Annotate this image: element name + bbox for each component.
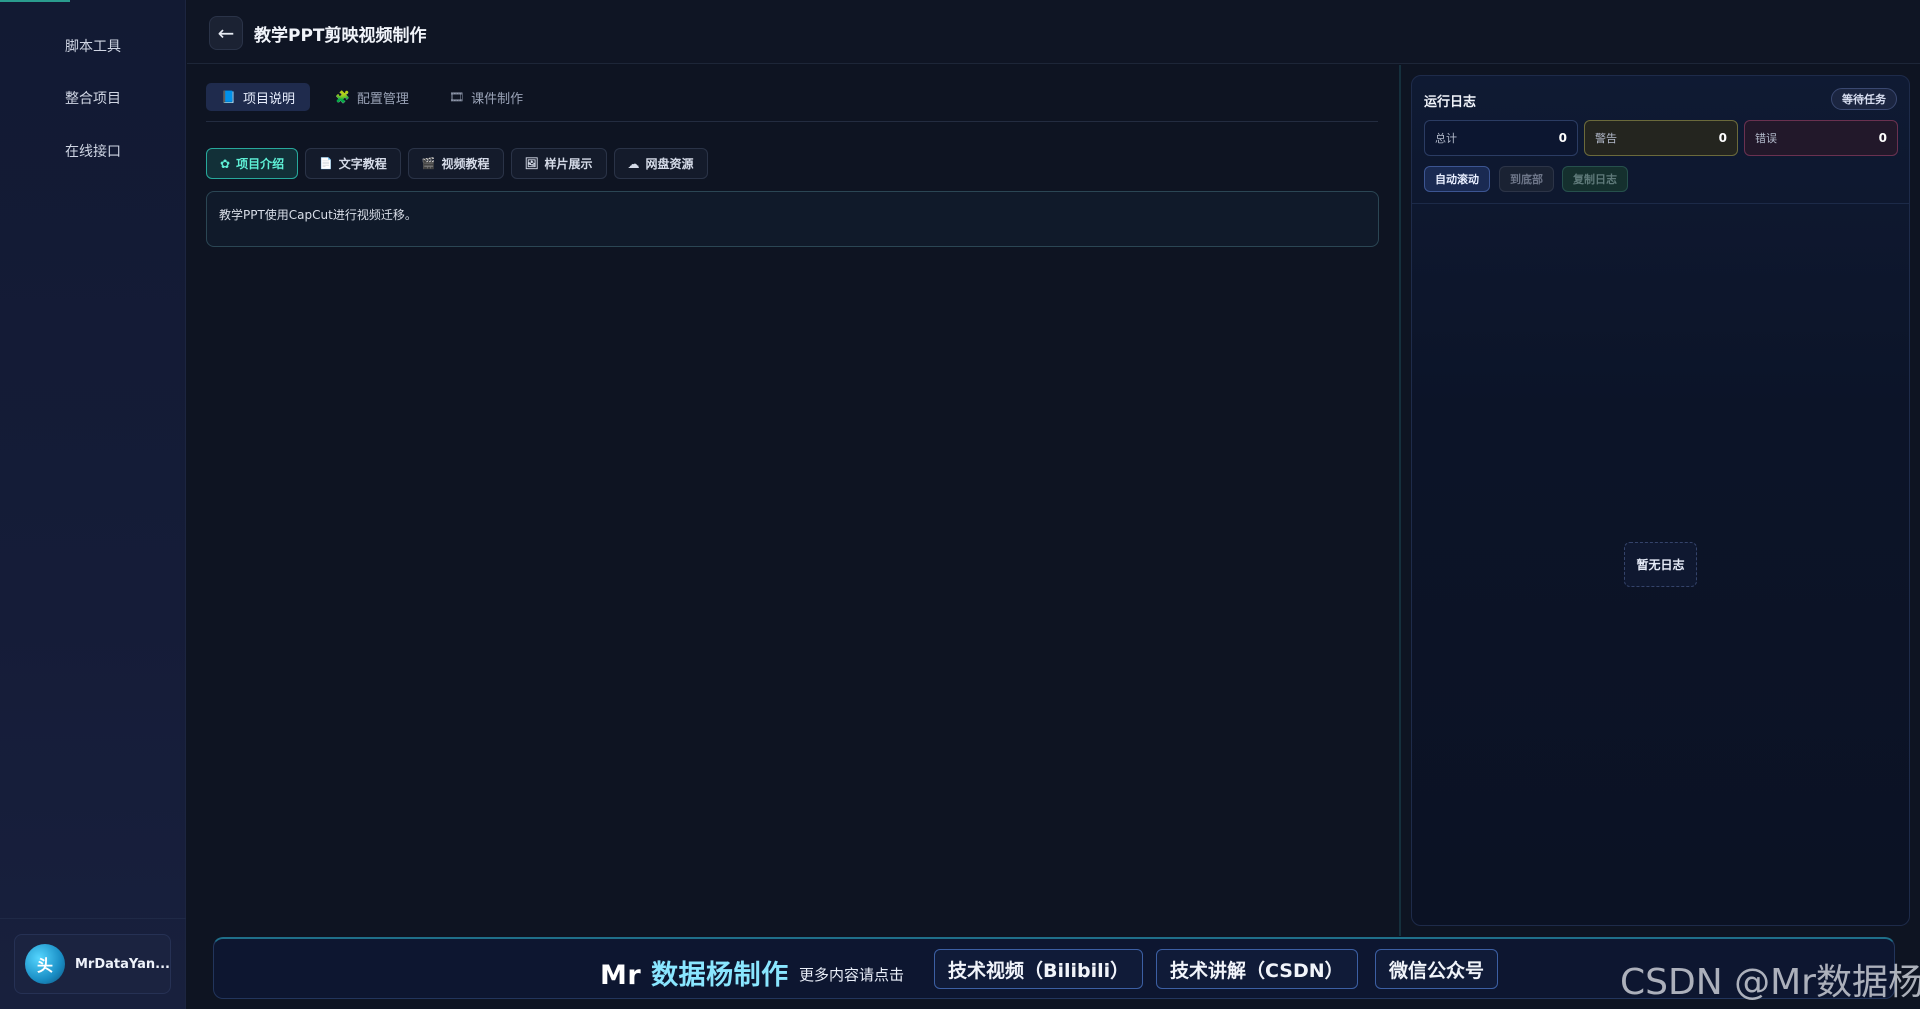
- sidebar: 脚本工具 整合项目 在线接口 头 MrDataYan...: [0, 0, 186, 1009]
- back-button[interactable]: ←: [209, 16, 243, 50]
- log-divider: [1412, 203, 1909, 204]
- page-title: 教学PPT剪映视频制作: [254, 26, 427, 46]
- copy-log-button[interactable]: 复制日志: [1562, 166, 1628, 192]
- tab-label: 配置管理: [356, 91, 409, 107]
- page-header: ← 教学PPT剪映视频制作: [187, 0, 1920, 64]
- stat-label: 错误: [1755, 132, 1777, 145]
- main-content: 📘 项目说明 🧩 配置管理 🎞 课件制作 ✿ 项目介绍 📄 文字教程 🎬 视频教…: [187, 65, 1399, 936]
- csdn-link-button[interactable]: 技术讲解（CSDN）: [1156, 949, 1358, 989]
- intro-text: 教学PPT使用CapCut进行视频迁移。: [219, 208, 417, 222]
- sparkle-icon: ✿: [220, 156, 231, 171]
- tab-project-description[interactable]: 📘 项目说明: [206, 83, 310, 111]
- top-tabs: 📘 项目说明 🧩 配置管理 🎞 课件制作: [206, 83, 538, 111]
- stat-warning: 警告 0: [1584, 120, 1738, 156]
- sidebar-divider: [0, 918, 186, 919]
- subtab-sample-showcase[interactable]: 🖼 样片展示: [510, 148, 607, 179]
- subtab-project-intro[interactable]: ✿ 项目介绍: [206, 148, 299, 179]
- stat-value: 0: [1878, 131, 1887, 145]
- document-icon: 📄: [319, 157, 333, 170]
- stat-value: 0: [1558, 131, 1567, 145]
- stat-total: 总计 0: [1424, 120, 1578, 156]
- sidebar-item-integrated-projects[interactable]: 整合项目: [0, 78, 186, 118]
- tab-divider: [206, 121, 1378, 122]
- status-badge: 等待任务: [1831, 88, 1897, 110]
- bilibili-link-button[interactable]: 技术视频（Bilibili）: [934, 949, 1144, 989]
- tab-config-management[interactable]: 🧩 配置管理: [320, 83, 424, 111]
- subtab-label: 样片展示: [544, 157, 593, 171]
- film-icon: 🎞: [448, 90, 465, 104]
- stat-label: 警告: [1595, 132, 1617, 145]
- auto-scroll-button[interactable]: 自动滚动: [1424, 166, 1490, 192]
- stat-error: 错误 0: [1744, 120, 1898, 156]
- log-title: 运行日志: [1424, 95, 1477, 110]
- subtab-video-tutorial[interactable]: 🎬 视频教程: [407, 148, 504, 179]
- empty-log-placeholder: 暂无日志: [1624, 542, 1697, 587]
- puzzle-icon: 🧩: [334, 90, 350, 104]
- sidebar-item-script-tools[interactable]: 脚本工具: [0, 26, 186, 66]
- image-icon: 🖼: [524, 157, 539, 170]
- watermark: CSDN @Mr数据杨: [1620, 962, 1920, 1003]
- user-name: MrDataYan...: [75, 956, 170, 972]
- wechat-link-button[interactable]: 微信公众号: [1375, 949, 1499, 989]
- subtab-label: 网盘资源: [645, 157, 694, 171]
- book-icon: 📘: [221, 90, 236, 104]
- subtab-cloud-resources[interactable]: ☁ 网盘资源: [613, 148, 708, 179]
- sub-tabs: ✿ 项目介绍 📄 文字教程 🎬 视频教程 🖼 样片展示 ☁ 网盘资源: [206, 148, 708, 179]
- clapper-icon: 🎬: [421, 157, 436, 170]
- sidebar-accent-line: [0, 0, 70, 2]
- tab-label: 课件制作: [471, 91, 524, 107]
- subtab-label: 视频教程: [441, 157, 490, 171]
- sidebar-item-online-api[interactable]: 在线接口: [0, 131, 186, 171]
- brand-title: Mr 数据杨制作: [600, 953, 789, 992]
- scroll-to-bottom-button[interactable]: 到底部: [1499, 166, 1554, 192]
- more-content-text: 更多内容请点击: [799, 966, 905, 984]
- arrow-left-icon: ←: [217, 21, 235, 45]
- cloud-icon: ☁: [627, 156, 640, 171]
- subtab-text-tutorial[interactable]: 📄 文字教程: [305, 148, 401, 179]
- tab-courseware-production[interactable]: 🎞 课件制作: [434, 83, 538, 111]
- tab-label: 项目说明: [242, 91, 295, 107]
- subtab-label: 文字教程: [338, 157, 387, 171]
- run-log-panel: 运行日志 等待任务 总计 0 警告 0 错误 0 自动滚动 到底部 复制日志 暂…: [1411, 75, 1910, 926]
- intro-content: 教学PPT使用CapCut进行视频迁移。: [206, 191, 1379, 247]
- brand-prefix: Mr: [600, 960, 642, 991]
- panel-separator: [1399, 65, 1401, 936]
- user-card[interactable]: 头 MrDataYan...: [14, 934, 171, 994]
- brand-name: 数据杨制作: [651, 960, 789, 991]
- subtab-label: 项目介绍: [236, 157, 285, 171]
- stat-value: 0: [1718, 131, 1727, 145]
- stat-label: 总计: [1435, 132, 1457, 145]
- avatar: 头: [25, 944, 65, 984]
